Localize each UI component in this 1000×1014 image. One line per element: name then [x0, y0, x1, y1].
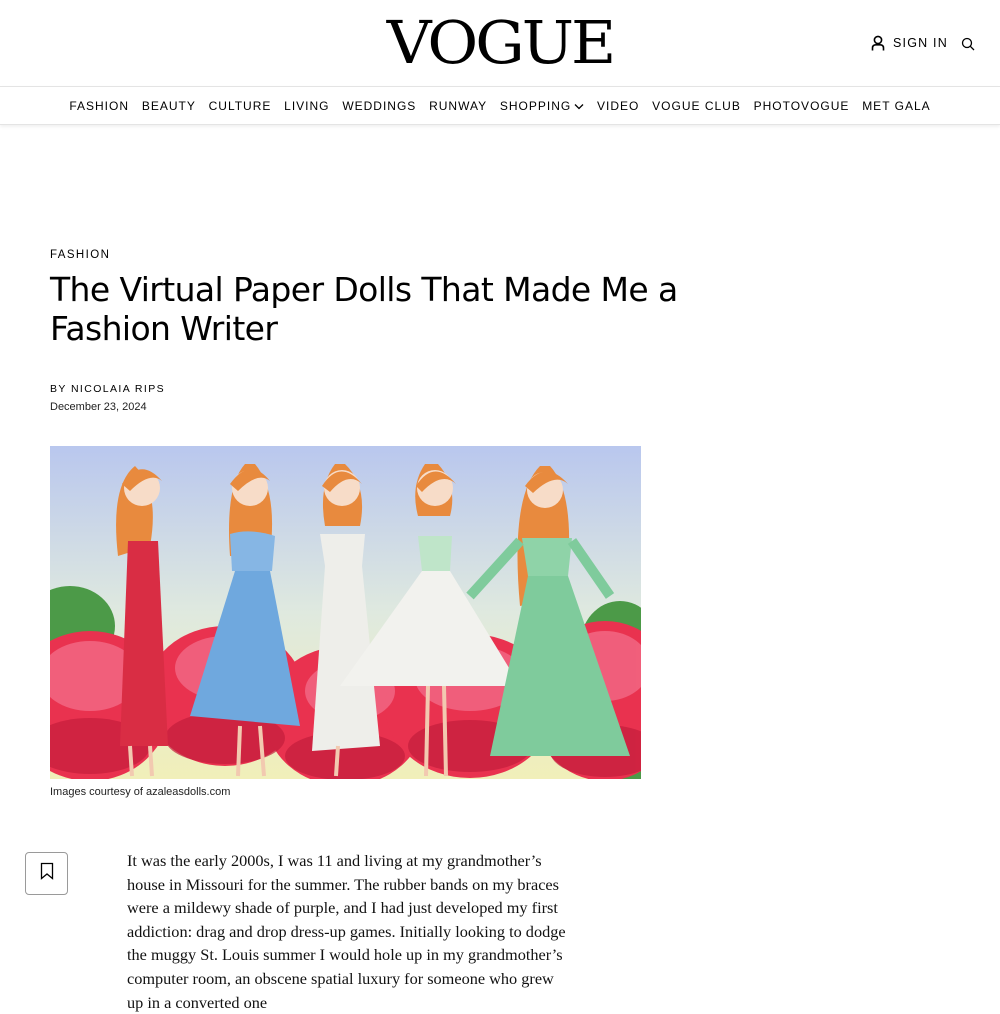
save-article-button[interactable]: [25, 852, 68, 895]
nav-item-video[interactable]: VIDEO: [597, 99, 639, 113]
nav-item-weddings[interactable]: WEDDINGS: [342, 99, 416, 113]
nav-label: LIVING: [284, 98, 330, 113]
byline: BY NICOLAIA RIPS: [50, 383, 165, 395]
vogue-logo[interactable]: VOGUE: [0, 13, 1000, 73]
article-body-paragraph: It was the early 2000s, I was 11 and liv…: [127, 851, 566, 1012]
nav-item-photovogue[interactable]: PHOTOVOGUE: [754, 99, 850, 113]
nav-label: FASHION: [69, 98, 130, 113]
search-icon: [961, 37, 975, 55]
nav-label: MET GALA: [862, 98, 931, 113]
nav-label: PHOTOVOGUE: [753, 98, 850, 113]
user-icon: [871, 35, 885, 51]
nav-item-shopping[interactable]: SHOPPING: [500, 99, 584, 113]
byline-prefix: BY: [50, 383, 71, 395]
sign-in-label: SIGN IN: [893, 36, 948, 50]
main-navigation: FASHION BEAUTY CULTURE LIVING WEDDINGS R…: [0, 86, 1000, 125]
publish-date: December 23, 2024: [50, 401, 147, 413]
nav-label: SHOPPING: [499, 98, 572, 113]
nav-label: CULTURE: [208, 98, 272, 113]
nav-item-fashion[interactable]: FASHION: [69, 99, 129, 113]
nav-item-beauty[interactable]: BEAUTY: [142, 99, 196, 113]
nav-label: VOGUE CLUB: [652, 98, 741, 113]
nav-label: RUNWAY: [429, 98, 488, 113]
chevron-down-icon: [571, 99, 584, 113]
article-rubric[interactable]: FASHION: [50, 249, 110, 261]
nav-label: WEDDINGS: [342, 98, 417, 113]
nav-item-culture[interactable]: CULTURE: [209, 99, 272, 113]
sign-in-button[interactable]: SIGN IN: [871, 34, 948, 52]
image-caption: Images courtesy of azaleasdolls.com: [50, 786, 231, 798]
nav-item-runway[interactable]: RUNWAY: [429, 99, 487, 113]
author-link[interactable]: NICOLAIA RIPS: [71, 383, 165, 395]
nav-item-living[interactable]: LIVING: [284, 99, 329, 113]
nav-item-met-gala[interactable]: MET GALA: [862, 99, 930, 113]
bookmark-icon: [40, 862, 54, 885]
site-header: VOGUE SIGN IN: [0, 0, 1000, 86]
hero-image: [50, 446, 641, 779]
article-title: The Virtual Paper Dolls That Made Me a F…: [50, 270, 678, 348]
nav-item-vogue-club[interactable]: VOGUE CLUB: [652, 99, 741, 113]
nav-label: BEAUTY: [141, 98, 196, 113]
nav-label: VIDEO: [597, 98, 640, 113]
search-button[interactable]: [961, 37, 976, 52]
